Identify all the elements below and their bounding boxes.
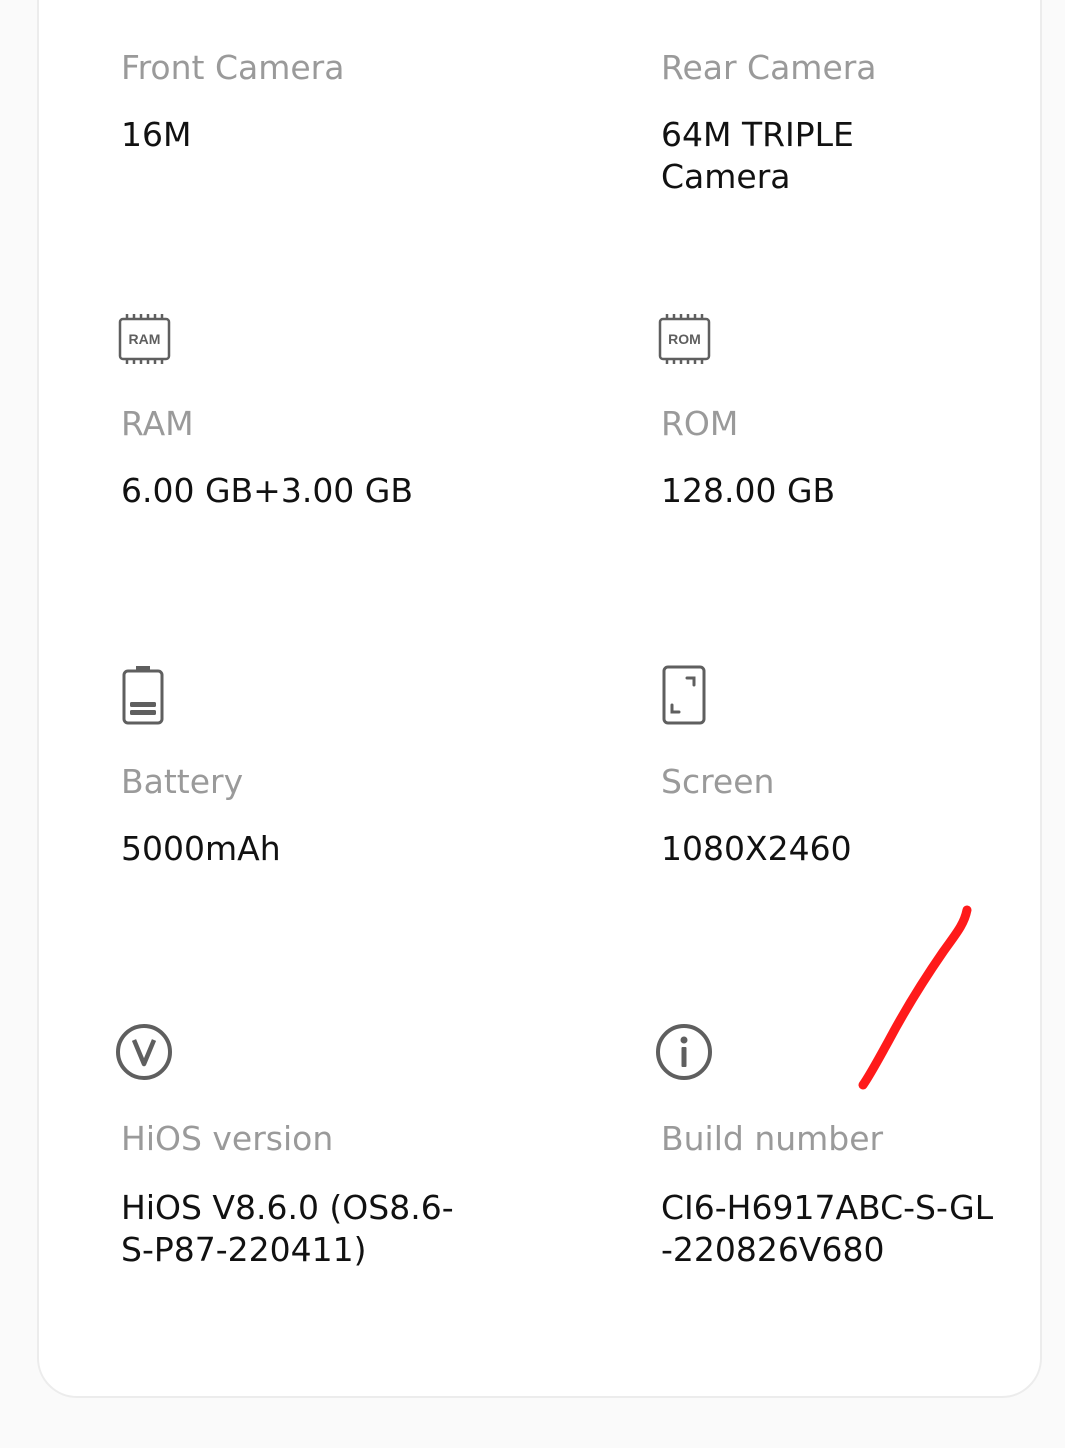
screen-label: Screen — [661, 762, 775, 801]
hios-version-value: HiOS V8.6.0 (OS8.6- S-P87-220411) — [121, 1188, 454, 1269]
build-number-value: CI6-H6917ABC-S-GL -220826V680 — [661, 1188, 994, 1269]
battery-value: 5000mAh — [121, 829, 281, 868]
ram-chip-icon: RAM — [118, 314, 171, 364]
ram-label: RAM — [121, 404, 194, 443]
rom-value: 128.00 GB — [661, 471, 836, 510]
front-camera-label: Front Camera — [121, 48, 345, 87]
rom-chip-icon: ROM — [658, 314, 711, 364]
rear-camera-label: Rear Camera — [661, 48, 877, 87]
svg-text:RAM: RAM — [129, 331, 161, 347]
svg-text:ROM: ROM — [668, 331, 701, 347]
hios-version-label: HiOS version — [121, 1119, 334, 1158]
info-icon — [656, 1024, 712, 1080]
screen-value: 1080X2460 — [661, 829, 852, 868]
ram-value: 6.00 GB+3.00 GB — [121, 471, 414, 510]
battery-label: Battery — [121, 762, 244, 801]
battery-icon — [122, 666, 164, 725]
build-number-label: Build number — [661, 1119, 884, 1158]
version-icon — [116, 1024, 172, 1080]
screen-icon — [662, 665, 706, 725]
rear-camera-value: 64M TRIPLE Camera — [661, 115, 854, 196]
rom-label: ROM — [661, 404, 739, 443]
front-camera-value: 16M — [121, 115, 192, 154]
